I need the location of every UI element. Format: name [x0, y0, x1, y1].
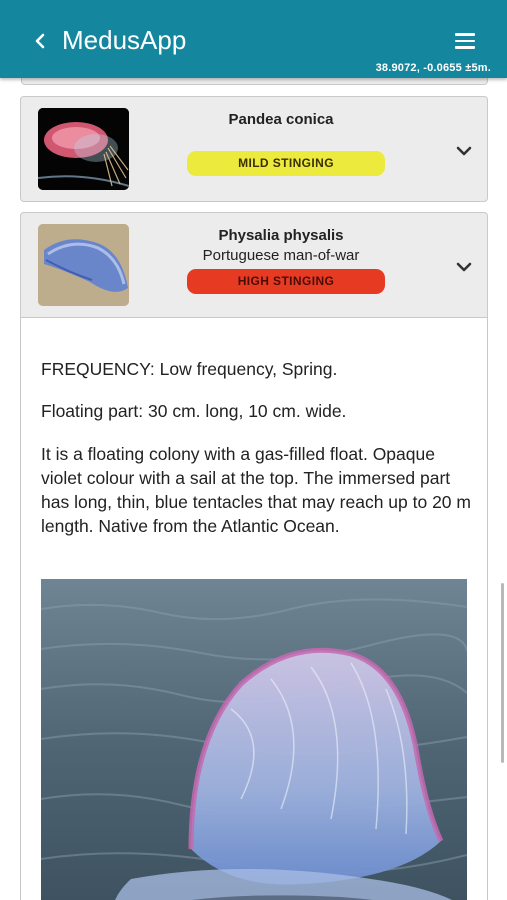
app-title: MedusApp	[62, 25, 187, 55]
chevron-left-icon	[35, 33, 45, 49]
species-thumbnail	[38, 108, 129, 190]
species-card-physalia-physalis[interactable]: Physalia physalis Portuguese man-of-war …	[20, 212, 488, 318]
floating-part-text: Floating part: 30 cm. long, 10 cm. wide.	[41, 401, 347, 421]
species-name: Pandea conica	[228, 111, 334, 128]
chevron-down-icon[interactable]	[455, 261, 473, 273]
stinging-badge-high: HIGH STINGING	[187, 269, 385, 294]
description-text: It is a floating colony with a gas-fille…	[41, 444, 471, 536]
species-details: FREQUENCY: Low frequency, Spring. Floati…	[20, 318, 488, 900]
chevron-down-icon[interactable]	[455, 145, 473, 157]
previous-card-edge	[21, 78, 488, 85]
app-header: MedusApp 38.9072, -0.0655 ±5m.	[0, 0, 507, 78]
species-thumbnail	[38, 224, 129, 306]
common-name: Portuguese man-of-war	[202, 247, 360, 264]
hamburger-menu-icon	[455, 33, 475, 36]
back-button[interactable]	[33, 27, 53, 55]
frequency-text: FREQUENCY: Low frequency, Spring.	[41, 359, 338, 379]
scrollbar[interactable]	[501, 583, 504, 763]
menu-button[interactable]	[455, 33, 475, 49]
stinging-badge-mild: MILD STINGING	[187, 151, 385, 176]
species-photo	[41, 579, 467, 900]
species-card-pandea-conica[interactable]: Pandea conica MILD STINGING	[20, 96, 488, 202]
species-list: Pandea conica MILD STINGING Physalia phy…	[0, 78, 507, 900]
species-name: Physalia physalis	[218, 227, 344, 244]
gps-coordinates: 38.9072, -0.0655 ±5m.	[375, 62, 491, 74]
